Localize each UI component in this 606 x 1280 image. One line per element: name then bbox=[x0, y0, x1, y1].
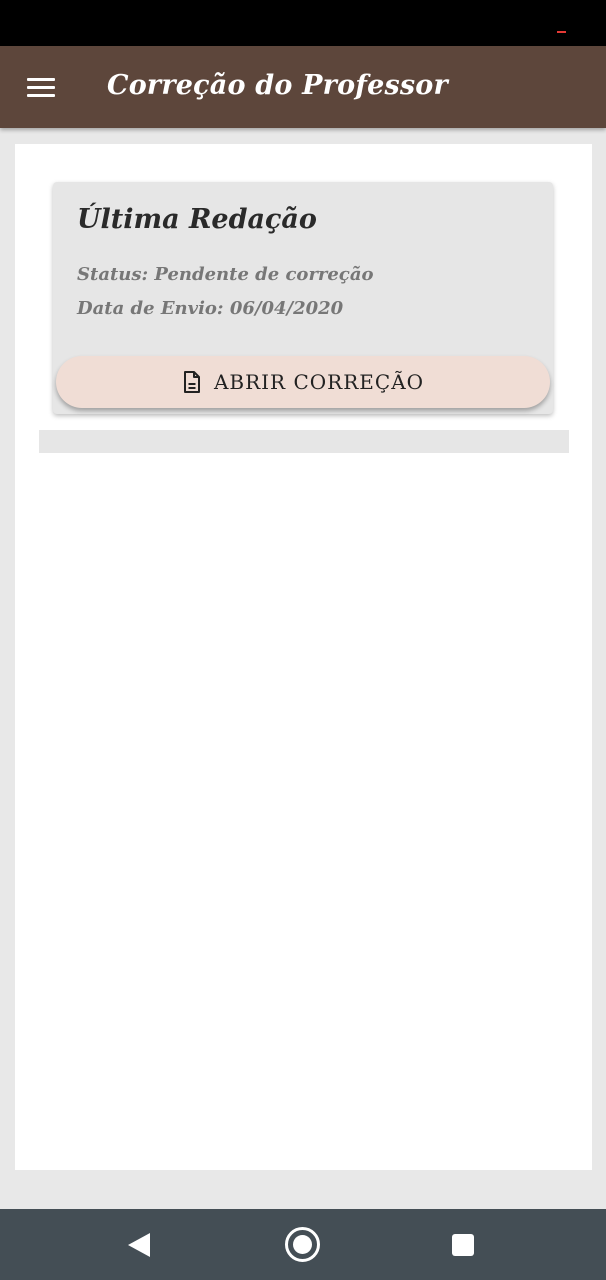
status-bar bbox=[0, 0, 606, 46]
status-text: Status: Pendente de correção bbox=[77, 264, 374, 285]
app-title: Correção do Professor bbox=[107, 70, 448, 101]
open-correction-button[interactable]: ABRIR CORREÇÃO bbox=[56, 356, 550, 408]
home-dot bbox=[293, 1235, 312, 1254]
recent-apps-square-icon[interactable] bbox=[452, 1234, 474, 1256]
submission-date-text: Data de Envio: 06/04/2020 bbox=[77, 298, 344, 319]
back-triangle-icon[interactable] bbox=[128, 1233, 150, 1257]
status-indicator bbox=[557, 31, 566, 33]
home-circle-icon[interactable] bbox=[285, 1227, 320, 1262]
divider-bar bbox=[39, 430, 569, 453]
last-essay-card: Última Redação Status: Pendente de corre… bbox=[53, 182, 553, 414]
document-icon bbox=[183, 371, 200, 393]
hamburger-menu-icon[interactable] bbox=[27, 78, 55, 98]
main-content: Última Redação Status: Pendente de corre… bbox=[15, 144, 592, 1170]
app-bar: Correção do Professor bbox=[0, 46, 606, 128]
system-nav-bar bbox=[0, 1209, 606, 1280]
card-title: Última Redação bbox=[77, 204, 317, 235]
open-correction-label: ABRIR CORREÇÃO bbox=[213, 370, 425, 394]
